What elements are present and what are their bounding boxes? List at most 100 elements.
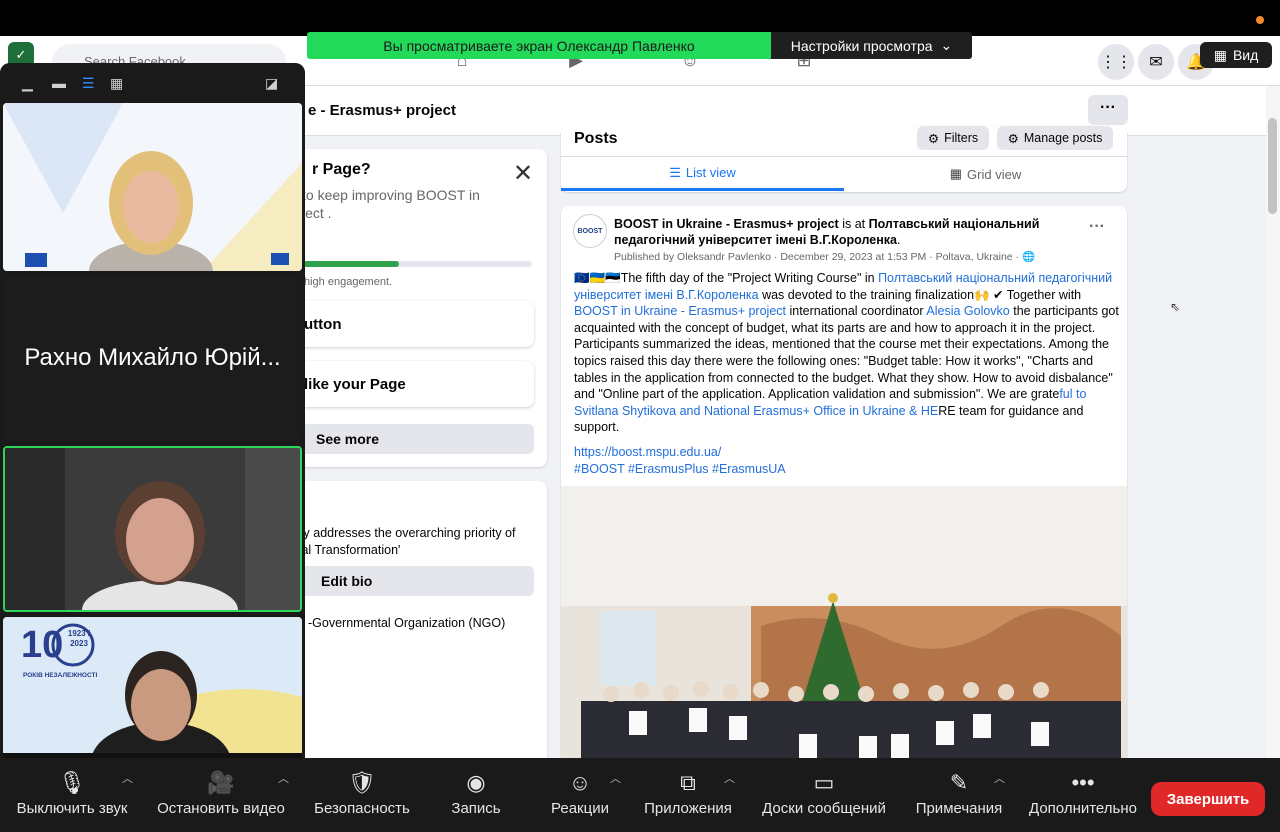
grid-view-icon[interactable]: ▦	[110, 75, 123, 91]
view-settings-label: Настройки просмотра	[790, 37, 933, 54]
whiteboard-icon: ▭	[813, 770, 835, 795]
svg-text:10: 10	[21, 624, 63, 666]
active-speaker-image	[5, 448, 300, 610]
post-text-3: international coordinator	[786, 304, 927, 319]
caret-up-icon[interactable]: ︿	[122, 770, 133, 786]
close-icon[interactable]: ✕	[513, 159, 533, 188]
post-text-4: the participants got acquainted with the…	[574, 304, 1119, 402]
participant-video[interactable]	[3, 103, 302, 271]
single-view-icon[interactable]: ▬	[52, 75, 66, 91]
caret-up-icon[interactable]: ︿	[994, 770, 1005, 786]
camera-icon: 🎥	[207, 770, 235, 795]
post-text-1: 🇪🇺🇺🇦🇪🇪The fifth day of the "Project Writ…	[574, 271, 879, 285]
share-banner-label: Вы просматриваете экран Олександр Павлен…	[307, 32, 771, 59]
gear-icon: ⚙	[1007, 131, 1019, 146]
coordinator-link[interactable]: Alesia Golovko	[926, 304, 1009, 318]
post-card: BOOST BOOST in Ukraine - Erasmus+ projec…	[561, 206, 1127, 758]
apps-icon: ⧉	[680, 770, 696, 795]
participant-video-active[interactable]	[3, 446, 302, 612]
posts-title: Posts	[574, 130, 618, 147]
participant-video-image	[3, 103, 302, 271]
url-link[interactable]: https://boost.mspu.edu.ua/	[574, 444, 721, 461]
post-meta-text: Published by Oleksandr Pavlenko · Decemb…	[614, 251, 1020, 263]
participant-name-tile[interactable]: Рахно Михайло Юрій...	[3, 275, 302, 441]
category-text: -Governmental Organization (NGO)	[308, 616, 506, 630]
group-photo[interactable]	[561, 486, 1127, 758]
reactions-button[interactable]: ☺ Реакции	[544, 768, 616, 817]
filters-button[interactable]: ⚙ Filters	[917, 126, 989, 150]
engagement-text: high engagement.	[304, 276, 393, 288]
invite-friends-row[interactable]: like your Page	[290, 361, 534, 407]
more-label: Дополнительно	[1029, 800, 1137, 817]
view-button-label: Вид	[1232, 47, 1259, 63]
edit-bio-button[interactable]: Edit bio	[290, 566, 534, 596]
caret-up-icon[interactable]: ︿	[724, 770, 735, 786]
group-photo-image	[561, 486, 1127, 758]
is-at-text: is at	[838, 217, 869, 231]
recording-indicator-icon	[1256, 16, 1264, 24]
security-label: Безопасность	[314, 800, 410, 817]
whiteboards-label: Доски сообщений	[762, 800, 886, 817]
microphone-icon: 🎙	[58, 770, 86, 795]
hashtags[interactable]: #BOOST #ErasmusPlus #ErasmusUA	[574, 461, 786, 478]
title-bar	[0, 0, 1280, 36]
page-mention-link[interactable]: BOOST in Ukraine - Erasmus+ project	[574, 304, 786, 318]
record-icon: ◉	[466, 770, 486, 795]
menu-grid-icon[interactable]: ⋮⋮	[1098, 44, 1134, 80]
security-button[interactable]: 🛡 Безопасность	[308, 768, 416, 817]
filters-label: Filters	[944, 131, 979, 145]
end-meeting-button[interactable]: Завершить	[1151, 782, 1265, 816]
apps-button[interactable]: ⧉ Приложения	[638, 768, 738, 817]
manage-posts-button[interactable]: ⚙ Manage posts	[997, 126, 1113, 150]
popout-icon[interactable]: ◪	[265, 75, 278, 91]
filters-icon: ⚙	[927, 131, 940, 146]
anniversary-text: РОКІВ НЕЗАЛЕЖНОСТІ	[23, 672, 98, 679]
meeting-toolbar: 🎙 Выключить звук ︿ 🎥 Остановить видео ︿ 🛡 Б…	[0, 758, 1280, 832]
view-settings-button[interactable]: Настройки просмотра ⌄	[771, 32, 972, 59]
participant-video-image: 10	[3, 617, 302, 762]
more-button[interactable]: ••• Дополнительно	[1024, 768, 1142, 817]
reactions-label: Реакции	[551, 800, 609, 817]
globe-icon: 🌐	[1021, 251, 1036, 263]
whiteboards-button[interactable]: ▭ Доски сообщений	[754, 768, 894, 817]
tab-list-view[interactable]: ☰ List view	[561, 157, 844, 191]
screen-share-banner: Вы просматриваете экран Олександр Павлен…	[307, 32, 972, 59]
record-label: Запись	[451, 800, 501, 817]
notes-label: Примечания	[915, 800, 1003, 817]
avatar[interactable]: BOOST	[573, 214, 607, 248]
more-options-button[interactable]: ···	[1088, 95, 1128, 125]
minimize-icon[interactable]: ▁	[22, 75, 33, 91]
stop-video-button[interactable]: 🎥 Остановить видео	[152, 768, 290, 817]
list-icon: ☰	[669, 164, 681, 180]
messenger-icon[interactable]: ✉	[1138, 44, 1174, 80]
chevron-down-icon: ⌄	[940, 37, 953, 53]
shield-icon: 🛡	[348, 770, 376, 795]
tab-grid-view[interactable]: ▦ Grid view	[844, 157, 1127, 191]
list-view-label: List view	[685, 165, 736, 180]
caret-up-icon[interactable]: ︿	[610, 770, 621, 786]
see-more-button[interactable]: See more	[290, 424, 534, 454]
view-grid-icon: ▦	[1213, 46, 1227, 63]
participant-video[interactable]: 10 1923 / 2023 РОКІВ НЕЗАЛЕЖНОСТІ	[3, 617, 302, 762]
strip-view-icon[interactable]: ☰	[82, 75, 95, 91]
tips-text: to keep improving BOOST in ject .	[302, 187, 480, 221]
smile-icon: ☺	[568, 770, 592, 795]
view-button[interactable]: ▦ Вид	[1200, 42, 1272, 68]
progress-fill	[302, 261, 399, 267]
progress-track	[302, 261, 532, 267]
post-header: BOOST in Ukraine - Erasmus+ project is a…	[614, 217, 1040, 247]
more-icon: •••	[1071, 770, 1095, 795]
mute-label: Выключить звук	[16, 800, 128, 817]
participant-gallery: ▁ ▬ ☰ ▦ ◪ Рахно Михайло Юрій... 10 1923 …	[0, 63, 305, 785]
mute-button[interactable]: 🎙 Выключить звук	[12, 768, 132, 817]
post-options-icon[interactable]: ···	[1089, 218, 1105, 236]
record-button[interactable]: ◉ Запись	[440, 768, 512, 817]
scrollbar-thumb[interactable]	[1268, 118, 1277, 214]
page-title: e - Erasmus+ project	[308, 102, 456, 119]
caret-up-icon[interactable]: ︿	[278, 770, 289, 786]
add-button-row[interactable]: utton	[290, 301, 534, 347]
author-link[interactable]: BOOST in Ukraine - Erasmus+ project	[614, 217, 839, 231]
notes-icon: ✎	[949, 770, 969, 795]
gallery-toolbar: ▁ ▬ ☰ ▦ ◪	[0, 63, 305, 103]
post-meta: Published by Oleksandr Pavlenko · Decemb…	[614, 250, 1035, 263]
